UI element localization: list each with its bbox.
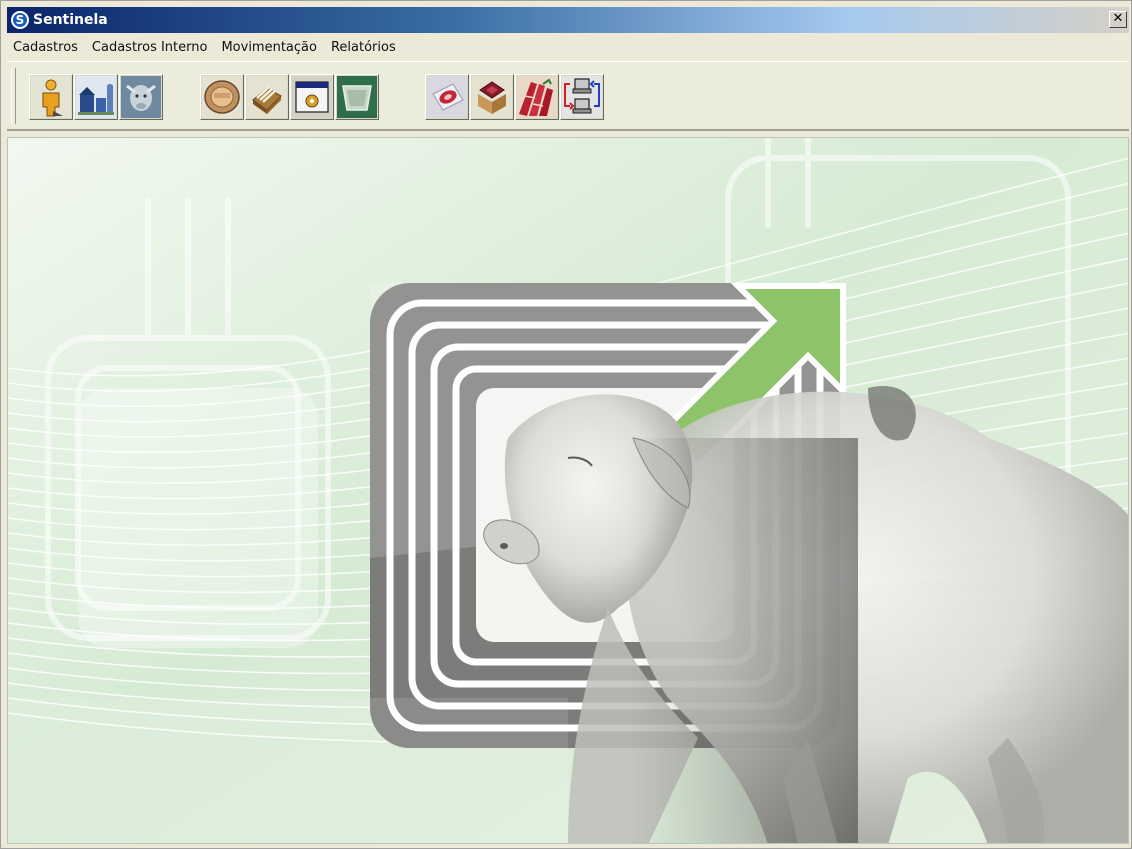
window-title: Sentinela xyxy=(33,12,108,28)
toolbar-button-settings-window[interactable] xyxy=(290,74,334,120)
toolbar-grip[interactable] xyxy=(11,68,16,124)
toolbar-button-data-sync[interactable] xyxy=(560,74,604,120)
farm-icon xyxy=(76,76,116,118)
toolbar-button-meat-cuts[interactable] xyxy=(515,74,559,120)
cattle-icon xyxy=(121,76,161,118)
close-button[interactable]: ✕ xyxy=(1109,11,1127,28)
meat-box-icon xyxy=(472,76,512,118)
toolbar-button-meat-tray[interactable] xyxy=(425,74,469,120)
toolbar-button-rfid-tag[interactable] xyxy=(200,74,244,120)
meat-tray-icon xyxy=(427,76,467,118)
toolbar-button-card-box[interactable] xyxy=(245,74,289,120)
toolbar-button-person[interactable] xyxy=(29,74,73,120)
main-window: S Sentinela ✕ Cadastros Cadastros Intern… xyxy=(0,0,1132,849)
rfid-tag-icon xyxy=(202,76,242,118)
card-box-icon xyxy=(247,76,287,118)
meat-cuts-icon xyxy=(517,76,557,118)
main-client-area xyxy=(7,137,1129,844)
tray-icon xyxy=(337,76,377,118)
settings-window-icon xyxy=(292,76,332,118)
sentinela-app-icon[interactable]: S xyxy=(11,11,29,29)
menu-movimentacao[interactable]: Movimentação xyxy=(215,40,325,55)
toolbar-button-cattle[interactable] xyxy=(119,74,163,120)
title-bar[interactable]: S Sentinela ✕ xyxy=(7,7,1129,33)
toolbar-button-farm[interactable] xyxy=(74,74,118,120)
data-sync-icon xyxy=(562,76,602,118)
menu-bar: Cadastros Cadastros Interno Movimentação… xyxy=(7,35,1129,59)
toolbar-button-tray[interactable] xyxy=(335,74,379,120)
menu-cadastros-interno[interactable]: Cadastros Interno xyxy=(86,40,216,55)
toolbar-button-meat-box[interactable] xyxy=(470,74,514,120)
menu-relatorios[interactable]: Relatórios xyxy=(325,40,404,55)
menu-cadastros[interactable]: Cadastros xyxy=(7,40,86,55)
toolbar xyxy=(7,61,1129,131)
splash-background xyxy=(8,138,1128,843)
person-icon xyxy=(31,76,71,118)
